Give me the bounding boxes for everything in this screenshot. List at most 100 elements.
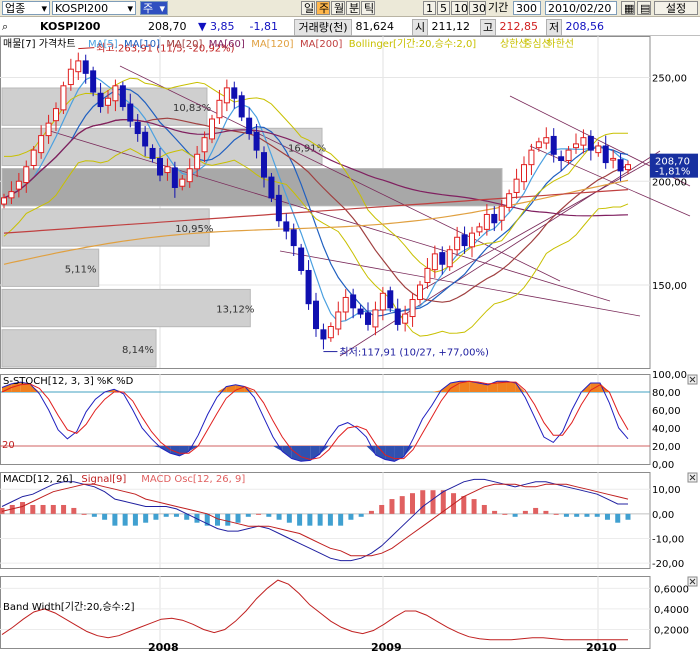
osc-bar [379,504,385,514]
date-input-value: 2010/02/20 [548,2,612,15]
candle-body [483,213,490,230]
oversold-area [385,446,395,462]
price-tag-change: -1,81% [655,167,690,178]
candle-body [157,157,163,176]
interval-10-button[interactable]: 10 [451,1,468,15]
search-icon[interactable]: ⌕ [2,19,12,34]
period-week-button[interactable]: 주 [316,1,330,15]
market-select[interactable]: 업종 ▾ [2,1,50,15]
osc-bar [81,513,87,515]
candle-body [313,300,319,330]
candle-body [231,87,238,99]
osc-bar [604,513,610,520]
osc-bar [50,504,56,514]
osc-bar [286,513,292,523]
osc-bar [71,507,77,514]
period-month-button[interactable]: 월 [331,1,345,15]
candle-body [305,269,312,305]
osc-bar [225,513,231,526]
candle-body [580,137,587,146]
volume-profile-label: 8,14% [122,345,154,356]
candle-body [105,97,111,106]
osc-bar [327,513,333,526]
date-input[interactable]: 2010/02/20▾ [545,1,617,29]
osc-bar [40,504,46,514]
interval-1-button[interactable]: 1 [423,1,436,15]
candle-body [617,159,624,172]
osc-bar [358,513,364,517]
candle-body [424,267,431,284]
candle-body [67,68,74,86]
print-icon[interactable]: ▤ [637,1,651,15]
legend-entry: MACD Osc[12, 26, 9] [141,474,245,485]
candle-body [149,147,156,159]
osc-bar [143,513,149,523]
candle-body [290,229,297,247]
quote-high: 212,85 [499,20,539,33]
period-tick-button[interactable]: 틱 [361,1,375,15]
candle-body [357,308,364,315]
y-tick-label: 200,00 [652,177,687,188]
candle-body [409,299,416,318]
candle-body [610,157,617,161]
candle-body [513,178,520,193]
candle-body [112,85,119,102]
osc-bar [153,513,159,520]
candle-body [446,249,453,268]
y-tick-label: 100,00 [652,370,687,381]
candle-body [469,232,475,248]
interval-5-button[interactable]: 5 [437,1,450,15]
candle-body [216,99,223,119]
volume-profile-bar [1,288,251,328]
candle-body [209,118,215,140]
osc-bar [317,513,323,526]
candle-body [476,226,483,233]
calendar-icon[interactable]: ▦ [621,1,635,15]
y-tick-label: 10,00 [652,485,681,496]
osc-bar [173,513,179,517]
volume-profile-bar [1,168,503,207]
y-tick-label: 0,00 [652,510,674,521]
candle-body [342,296,349,313]
osc-bar [266,513,272,517]
index-select[interactable]: KOSPI200 ▾ [52,1,136,15]
candle-body [223,87,230,104]
candle-body [498,205,505,221]
period-minute-button[interactable]: 분 [346,1,360,15]
candle-body [521,164,527,183]
bandwidth-axis: 0,6000 0,4000 0,2000 [654,584,689,636]
osc-bar [30,504,36,514]
count-input[interactable]: 300 [513,1,541,15]
low-label: 저 [546,19,562,36]
period-select-value: 주 [143,2,154,15]
osc-bar [533,507,539,514]
chart-area[interactable]: 10,83%16,91%10,95%5,11%13,12%8,14% 250,0… [0,36,700,654]
osc-bar [625,513,631,520]
chevron-down-icon: ▾ [159,2,165,15]
candle-body [179,178,186,187]
y-tick-label: 0,6000 [654,584,689,595]
candle-body [38,135,45,154]
osc-bar [91,513,97,517]
period-day-button[interactable]: 일 [301,1,315,15]
osc-bar [430,490,436,514]
interval-30-button[interactable]: 30 [469,1,486,15]
candle-body [75,60,82,73]
candle-body [60,85,67,111]
candle-body [194,153,201,170]
candle-body [201,137,208,153]
legend-entry: Bollinger[기간:20,승수:2,0] [349,38,477,50]
chevron-down-icon: ▾ [127,2,133,15]
osc-bar [461,496,467,514]
candle-body [350,294,357,309]
period-select[interactable]: 주 ▾ [140,1,168,15]
osc-bar [163,513,169,517]
candle-body [142,131,149,147]
osc-bar [409,493,415,514]
settings-button[interactable]: 설정 [654,1,698,15]
osc-bar [420,490,426,514]
quote-volume: 81,624 [355,20,395,33]
candle-body [431,253,438,271]
x-tick-label: 2008 [148,641,179,654]
quote-change: 3,85 [210,20,235,33]
